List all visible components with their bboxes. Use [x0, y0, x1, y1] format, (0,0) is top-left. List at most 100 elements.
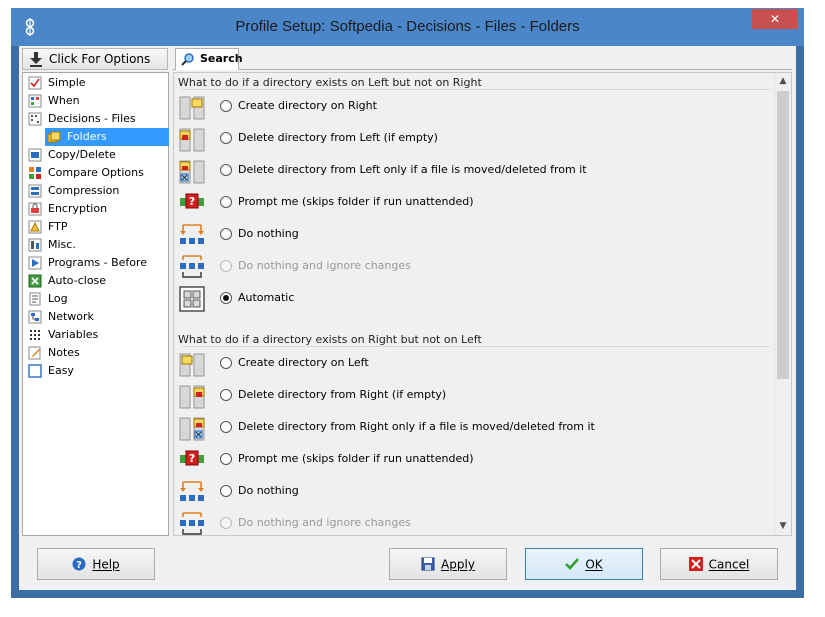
tree-item-easy[interactable]: Easy	[26, 362, 74, 380]
radio-delete-from-right-moved[interactable]	[220, 421, 232, 433]
option-create-on-right[interactable]: Create directory on Right	[178, 92, 768, 122]
option-label: Delete directory from Left (if empty)	[238, 131, 438, 144]
tree-item-label: Compression	[48, 184, 120, 197]
option-label: Prompt me (skips folder if run unattende…	[238, 195, 474, 208]
prompt-icon: ?	[180, 193, 204, 209]
radio-do-nothing-left[interactable]	[220, 228, 232, 240]
scroll-down-icon[interactable]: ▼	[775, 518, 791, 535]
window-title: Profile Setup: Softpedia - Decisions - F…	[235, 18, 580, 35]
tree-item-ftp[interactable]: FTP	[26, 218, 68, 236]
option-label: Create directory on Left	[238, 356, 369, 369]
svg-text:?: ?	[189, 452, 195, 465]
decisions-icon	[28, 112, 42, 126]
option-do-nothing-left[interactable]: Do nothing	[178, 220, 768, 250]
tree-item-variables[interactable]: Variables	[26, 326, 98, 344]
option-label: Do nothing and ignore changes	[238, 259, 411, 272]
radio-prompt-me-left[interactable]	[220, 196, 232, 208]
tree-item-label: Log	[48, 292, 68, 305]
tree-item-label: Folders	[67, 130, 107, 143]
option-delete-from-right-moved[interactable]: Delete directory from Right only if a fi…	[178, 413, 768, 443]
vertical-scrollbar[interactable]: ▲ ▼	[774, 73, 791, 535]
do-nothing-icon	[180, 224, 204, 244]
click-for-options-label: Click For Options	[49, 52, 151, 66]
tree-item-label: Notes	[48, 346, 80, 359]
option-prompt-me-right[interactable]: ? Prompt me (skips folder if run unatten…	[178, 445, 768, 475]
tree-item-compare-options[interactable]: Compare Options	[26, 164, 144, 182]
title-bar[interactable]: Profile Setup: Softpedia - Decisions - F…	[11, 8, 804, 46]
delete-directory-icon	[179, 385, 205, 409]
ftp-icon	[28, 220, 42, 234]
tree-item-label: Programs - Before	[48, 256, 148, 269]
help-button[interactable]: ? Help	[37, 548, 155, 580]
window: Profile Setup: Softpedia - Decisions - F…	[11, 8, 804, 598]
tree-item-network[interactable]: Network	[26, 308, 94, 326]
encryption-icon	[28, 202, 42, 216]
tree-item-decisions-files[interactable]: Decisions - Files	[26, 110, 136, 128]
radio-automatic-left[interactable]	[220, 292, 232, 304]
group-header-left: What to do if a directory exists on Left…	[178, 76, 482, 89]
tree-item-folders[interactable]: Folders	[45, 128, 169, 146]
tree-item-encryption[interactable]: Encryption	[26, 200, 107, 218]
radio-delete-from-left-moved[interactable]	[220, 164, 232, 176]
cancel-label: Cancel	[708, 557, 750, 572]
option-prompt-me-left[interactable]: ? Prompt me (skips folder if run unatten…	[178, 188, 768, 218]
ok-button[interactable]: OK	[525, 548, 643, 580]
arrow-down-icon	[30, 52, 42, 67]
cancel-button[interactable]: Cancel	[660, 548, 778, 580]
tree-item-label: Decisions - Files	[48, 112, 136, 125]
tree-item-label: Copy/Delete	[48, 148, 116, 161]
apply-label: Apply	[441, 557, 475, 572]
tab-label: Search	[200, 52, 243, 65]
radio-do-nothing-ignore-left	[220, 260, 232, 272]
tree-item-compression[interactable]: Compression	[26, 182, 119, 200]
tree-item-label: Variables	[48, 328, 99, 341]
auto-close-icon	[28, 274, 42, 288]
clock-icon	[28, 94, 42, 108]
tree-item-auto-close[interactable]: Auto-close	[26, 272, 106, 290]
tree-item-notes[interactable]: Notes	[26, 344, 80, 362]
scroll-thumb[interactable]	[777, 91, 789, 379]
tab-search[interactable]: Search	[175, 48, 243, 70]
option-delete-from-right-empty[interactable]: Delete directory from Right (if empty)	[178, 381, 768, 411]
ok-label: OK	[585, 557, 603, 572]
option-label: Delete directory from Right (if empty)	[238, 388, 447, 401]
tree-item-when[interactable]: When	[26, 92, 80, 110]
option-label: Do nothing and ignore changes	[238, 516, 411, 529]
radio-create-on-left[interactable]	[220, 357, 232, 369]
close-button[interactable]: ✕	[752, 9, 798, 29]
radio-do-nothing-right[interactable]	[220, 485, 232, 497]
click-for-options-button[interactable]: Click For Options	[22, 48, 168, 70]
misc-icon	[28, 238, 42, 252]
option-delete-from-left-moved[interactable]: Delete directory from Left only if a fil…	[178, 156, 768, 186]
svg-text:?: ?	[76, 560, 82, 571]
option-do-nothing-right[interactable]: Do nothing	[178, 477, 768, 507]
radio-delete-from-right-empty[interactable]	[220, 389, 232, 401]
tree-item-misc[interactable]: Misc.	[26, 236, 76, 254]
prompt-icon: ?	[180, 450, 204, 466]
scroll-up-icon[interactable]: ▲	[775, 73, 791, 90]
tree-item-copy-delete[interactable]: Copy/Delete	[26, 146, 116, 164]
option-automatic-left[interactable]: Automatic	[178, 284, 768, 314]
tree-item-programs-before[interactable]: Programs - Before	[26, 254, 147, 272]
radio-create-on-right[interactable]	[220, 100, 232, 112]
apply-button[interactable]: Apply	[389, 548, 507, 580]
variables-icon	[30, 330, 40, 340]
option-create-on-left[interactable]: Create directory on Left	[178, 349, 768, 379]
decisions-folders-panel: What to do if a directory exists on Left…	[173, 72, 792, 536]
options-tree[interactable]: Simple When Decisions - Files Folders Co…	[22, 72, 169, 536]
tree-item-label: Network	[48, 310, 94, 323]
radio-delete-from-left-empty[interactable]	[220, 132, 232, 144]
ignore-changes-icon	[180, 255, 204, 278]
tree-item-label: Compare Options	[48, 166, 144, 179]
option-delete-from-left-empty[interactable]: Delete directory from Left (if empty)	[178, 124, 768, 154]
option-label: Delete directory from Right only if a fi…	[238, 420, 595, 433]
radio-prompt-me-right[interactable]	[220, 453, 232, 465]
create-directory-icon	[179, 353, 205, 377]
tree-item-simple[interactable]: Simple	[26, 74, 86, 92]
tree-item-log[interactable]: Log	[26, 290, 68, 308]
option-label: Automatic	[238, 291, 295, 304]
compression-icon	[28, 184, 42, 198]
delete-directory-icon	[179, 128, 205, 152]
client-area: Click For Options Simple When Decisions …	[19, 46, 796, 590]
help-label: Help	[92, 557, 120, 572]
